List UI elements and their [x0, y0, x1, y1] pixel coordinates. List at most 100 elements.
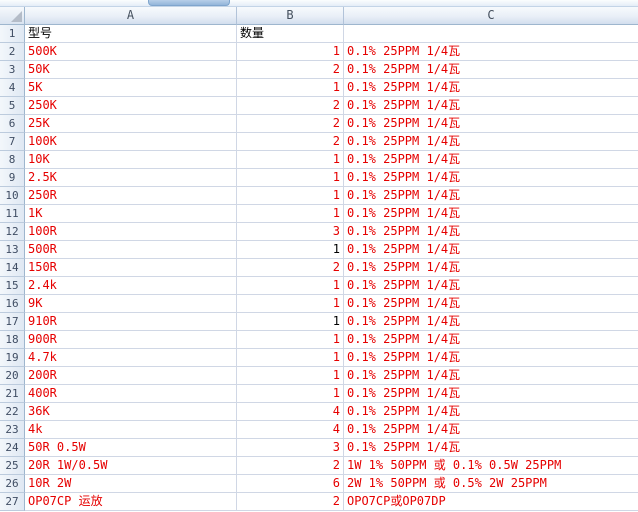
- cell-model[interactable]: 20R 1W/0.5W: [25, 457, 237, 475]
- row-number[interactable]: 12: [0, 223, 25, 241]
- cell-quantity[interactable]: 1: [237, 277, 344, 295]
- cell-model[interactable]: 200R: [25, 367, 237, 385]
- cell-model[interactable]: 2.5K: [25, 169, 237, 187]
- cell-quantity[interactable]: 2: [237, 493, 344, 511]
- cell-quantity[interactable]: 2: [237, 97, 344, 115]
- row-number[interactable]: 11: [0, 205, 25, 223]
- cell-model[interactable]: 500K: [25, 43, 237, 61]
- cell-model[interactable]: 2.4k: [25, 277, 237, 295]
- cell-spec[interactable]: 0.1% 25PPM 1/4瓦: [344, 205, 638, 223]
- row-number[interactable]: 15: [0, 277, 25, 295]
- cell-spec[interactable]: 0.1% 25PPM 1/4瓦: [344, 61, 638, 79]
- row-number[interactable]: 22: [0, 403, 25, 421]
- cell-spec[interactable]: 0.1% 25PPM 1/4瓦: [344, 169, 638, 187]
- cell-model[interactable]: 900R: [25, 331, 237, 349]
- cell-spec[interactable]: 0.1% 25PPM 1/4瓦: [344, 313, 638, 331]
- cell-quantity[interactable]: 1: [237, 349, 344, 367]
- cell-quantity[interactable]: 2: [237, 259, 344, 277]
- row-number[interactable]: 13: [0, 241, 25, 259]
- row-number[interactable]: 18: [0, 331, 25, 349]
- cell-model[interactable]: 10R 2W: [25, 475, 237, 493]
- cell-model[interactable]: 4k: [25, 421, 237, 439]
- row-number[interactable]: 21: [0, 385, 25, 403]
- cell-model[interactable]: 100K: [25, 133, 237, 151]
- cell-quantity[interactable]: 1: [237, 367, 344, 385]
- row-number[interactable]: 25: [0, 457, 25, 475]
- row-number[interactable]: 14: [0, 259, 25, 277]
- cell-model[interactable]: 250R: [25, 187, 237, 205]
- cell-spec[interactable]: 0.1% 25PPM 1/4瓦: [344, 367, 638, 385]
- row-number[interactable]: 1: [0, 25, 25, 43]
- cell-model[interactable]: 50R 0.5W: [25, 439, 237, 457]
- cell-spec[interactable]: 0.1% 25PPM 1/4瓦: [344, 421, 638, 439]
- cell-quantity[interactable]: 2: [237, 457, 344, 475]
- cell-spec[interactable]: 0.1% 25PPM 1/4瓦: [344, 97, 638, 115]
- cell-spec[interactable]: 0.1% 25PPM 1/4瓦: [344, 349, 638, 367]
- cell-spec[interactable]: OPO7CP或OP07DP: [344, 493, 638, 511]
- row-number[interactable]: 9: [0, 169, 25, 187]
- row-number[interactable]: 5: [0, 97, 25, 115]
- cell-quantity[interactable]: 1: [237, 313, 344, 331]
- cell-spec[interactable]: 0.1% 25PPM 1/4瓦: [344, 187, 638, 205]
- cell-spec[interactable]: 1W 1% 50PPM 或 0.1% 0.5W 25PPM: [344, 457, 638, 475]
- row-number[interactable]: 20: [0, 367, 25, 385]
- cell-spec[interactable]: 0.1% 25PPM 1/4瓦: [344, 133, 638, 151]
- row-number[interactable]: 27: [0, 493, 25, 511]
- row-number[interactable]: 16: [0, 295, 25, 313]
- cell-model[interactable]: 4.7k: [25, 349, 237, 367]
- cell-model[interactable]: 400R: [25, 385, 237, 403]
- cell-spec[interactable]: [344, 25, 638, 43]
- cell-model[interactable]: 1K: [25, 205, 237, 223]
- cell-spec[interactable]: 0.1% 25PPM 1/4瓦: [344, 295, 638, 313]
- cell-quantity[interactable]: 2: [237, 115, 344, 133]
- column-header-b[interactable]: B: [237, 7, 344, 25]
- cell-model[interactable]: 250K: [25, 97, 237, 115]
- row-number[interactable]: 6: [0, 115, 25, 133]
- cell-quantity[interactable]: 数量: [237, 25, 344, 43]
- cell-spec[interactable]: 0.1% 25PPM 1/4瓦: [344, 277, 638, 295]
- row-number[interactable]: 19: [0, 349, 25, 367]
- row-number[interactable]: 8: [0, 151, 25, 169]
- cell-spec[interactable]: 0.1% 25PPM 1/4瓦: [344, 259, 638, 277]
- cell-spec[interactable]: 0.1% 25PPM 1/4瓦: [344, 403, 638, 421]
- row-number[interactable]: 17: [0, 313, 25, 331]
- cell-spec[interactable]: 0.1% 25PPM 1/4瓦: [344, 79, 638, 97]
- cell-model[interactable]: 5K: [25, 79, 237, 97]
- row-number[interactable]: 4: [0, 79, 25, 97]
- cell-model[interactable]: 型号: [25, 25, 237, 43]
- cell-model[interactable]: 500R: [25, 241, 237, 259]
- cell-model[interactable]: 36K: [25, 403, 237, 421]
- cell-spec[interactable]: 0.1% 25PPM 1/4瓦: [344, 241, 638, 259]
- cell-quantity[interactable]: 4: [237, 421, 344, 439]
- cell-quantity[interactable]: 1: [237, 331, 344, 349]
- cell-model[interactable]: 10K: [25, 151, 237, 169]
- row-number[interactable]: 10: [0, 187, 25, 205]
- cell-spec[interactable]: 0.1% 25PPM 1/4瓦: [344, 115, 638, 133]
- cell-quantity[interactable]: 2: [237, 61, 344, 79]
- select-all-corner[interactable]: [0, 7, 25, 25]
- row-number[interactable]: 7: [0, 133, 25, 151]
- row-number[interactable]: 3: [0, 61, 25, 79]
- cell-quantity[interactable]: 4: [237, 403, 344, 421]
- cell-model[interactable]: 25K: [25, 115, 237, 133]
- cell-model[interactable]: OP07CP 运放: [25, 493, 237, 511]
- cell-quantity[interactable]: 2: [237, 133, 344, 151]
- cell-quantity[interactable]: 1: [237, 187, 344, 205]
- row-number[interactable]: 24: [0, 439, 25, 457]
- cell-quantity[interactable]: 3: [237, 439, 344, 457]
- cell-quantity[interactable]: 1: [237, 241, 344, 259]
- cell-model[interactable]: 910R: [25, 313, 237, 331]
- cell-spec[interactable]: 0.1% 25PPM 1/4瓦: [344, 43, 638, 61]
- cell-spec[interactable]: 0.1% 25PPM 1/4瓦: [344, 331, 638, 349]
- cell-spec[interactable]: 0.1% 25PPM 1/4瓦: [344, 223, 638, 241]
- cell-quantity[interactable]: 1: [237, 169, 344, 187]
- cell-model[interactable]: 50K: [25, 61, 237, 79]
- row-number[interactable]: 26: [0, 475, 25, 493]
- cell-quantity[interactable]: 1: [237, 385, 344, 403]
- cell-model[interactable]: 9K: [25, 295, 237, 313]
- column-header-a[interactable]: A: [25, 7, 237, 25]
- cell-quantity[interactable]: 1: [237, 295, 344, 313]
- cell-model[interactable]: 150R: [25, 259, 237, 277]
- cell-quantity[interactable]: 1: [237, 43, 344, 61]
- cell-quantity[interactable]: 3: [237, 223, 344, 241]
